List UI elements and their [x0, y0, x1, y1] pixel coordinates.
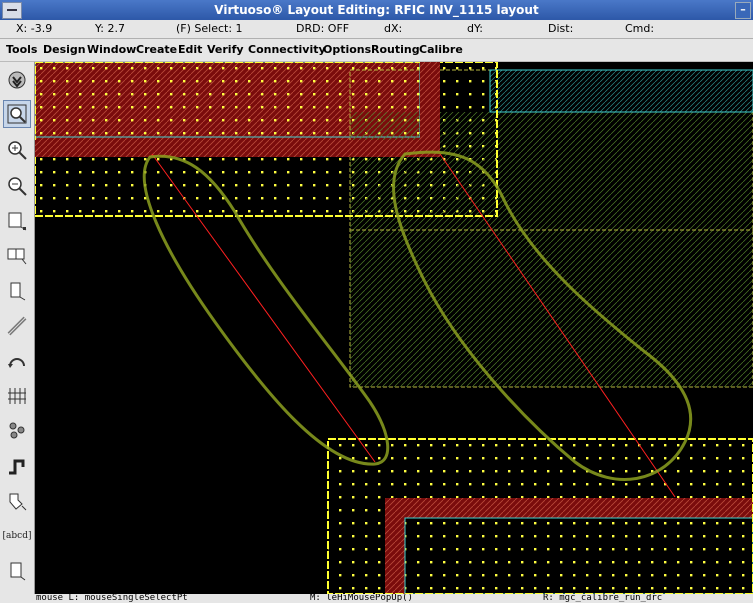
menu-design[interactable]: Design: [43, 39, 86, 61]
zoom-fit-icon[interactable]: [3, 100, 31, 128]
polygon-icon[interactable]: [3, 487, 31, 515]
menu-tools[interactable]: Tools: [6, 39, 37, 61]
zoom-in-icon[interactable]: [3, 136, 31, 164]
copy-icon[interactable]: [3, 242, 31, 270]
y-coordinate: Y: 2.7: [95, 22, 125, 35]
menu-routing[interactable]: Routing: [371, 39, 420, 61]
menu-window[interactable]: Window: [87, 39, 136, 61]
window-title: Virtuoso® Layout Editing: RFIC INV_1115 …: [214, 3, 539, 17]
rectangle-icon[interactable]: [3, 557, 31, 585]
align-icon[interactable]: [3, 382, 31, 410]
mouse-left-binding: mouse L: mouseSingleSelectPt: [36, 594, 188, 603]
menu-edit[interactable]: Edit: [178, 39, 202, 61]
dist-readout: Dist:: [548, 22, 574, 35]
mouse-binding-bar: mouse L: mouseSingleSelectPt M: leHiMous…: [0, 594, 753, 603]
mouse-middle-binding: M: leHiMousePopUp(): [310, 594, 413, 603]
cmd-readout: Cmd:: [625, 22, 655, 35]
dy-readout: dY:: [467, 22, 483, 35]
property-icon[interactable]: [3, 417, 31, 445]
layout-canvas[interactable]: [35, 62, 753, 594]
minimize-icon[interactable]: –: [735, 2, 751, 19]
menu-connectivity[interactable]: Connectivity: [248, 39, 326, 61]
save-icon[interactable]: [3, 66, 31, 94]
title-bar: Virtuoso® Layout Editing: RFIC INV_1115 …: [0, 0, 753, 20]
menu-calibre[interactable]: Calibre: [419, 39, 463, 61]
mouse-right-binding: R: mgc_calibre_run_drc: [543, 594, 663, 603]
path-icon[interactable]: [3, 452, 31, 480]
select-count: (F) Select: 1: [176, 22, 243, 35]
menu-options[interactable]: Options: [323, 39, 371, 61]
status-bar: X: -3.9 Y: 2.7 (F) Select: 1 DRD: OFF dX…: [0, 20, 753, 39]
stretch-icon[interactable]: [3, 207, 31, 235]
x-coordinate: X: -3.9: [16, 22, 53, 35]
ruler-icon[interactable]: [3, 312, 31, 340]
menu-create[interactable]: Create: [136, 39, 177, 61]
move-icon[interactable]: [3, 277, 31, 305]
menu-bar: Tools Design Window Create Edit Verify C…: [0, 39, 753, 62]
drd-status: DRD: OFF: [296, 22, 350, 35]
window-menu-icon[interactable]: [2, 2, 22, 19]
zoom-out-icon[interactable]: [3, 172, 31, 200]
tool-palette: [abcd]: [0, 62, 35, 603]
dx-readout: dX:: [384, 22, 403, 35]
undo-icon[interactable]: [3, 347, 31, 375]
label-icon[interactable]: [abcd]: [3, 522, 32, 550]
menu-verify[interactable]: Verify: [207, 39, 244, 61]
